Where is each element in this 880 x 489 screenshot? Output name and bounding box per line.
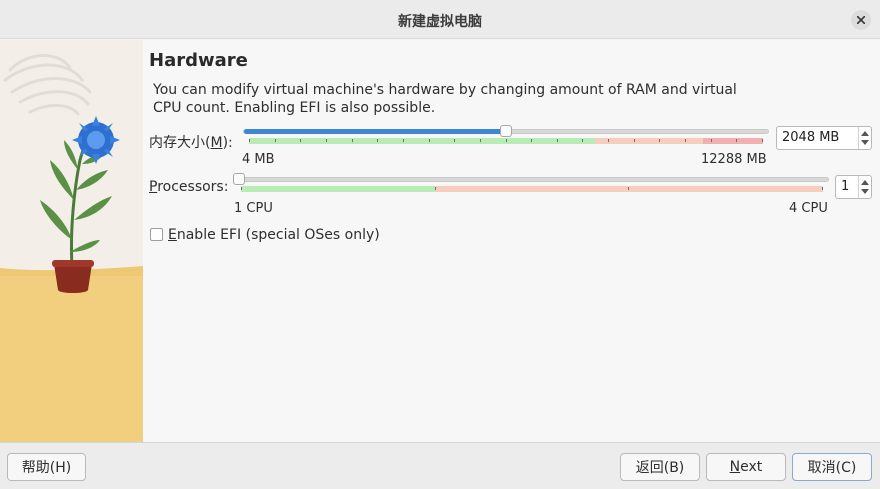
memory-scale-warning bbox=[595, 138, 703, 144]
memory-label-suffix: ): bbox=[222, 135, 233, 151]
help-button[interactable]: 帮助(H) bbox=[7, 453, 86, 481]
next-button-rest: ext bbox=[740, 459, 763, 475]
next-button-mnemonic: N bbox=[729, 459, 741, 475]
memory-scale-tick bbox=[659, 139, 660, 142]
processors-scale bbox=[241, 186, 823, 192]
memory-scale-tick bbox=[685, 139, 686, 142]
memory-scale-tick bbox=[326, 139, 327, 142]
memory-scale-tick bbox=[634, 139, 635, 142]
close-icon bbox=[857, 16, 865, 24]
memory-scale-tick bbox=[377, 139, 378, 142]
efi-label-mnemonic: E bbox=[168, 227, 177, 243]
memory-scale-tick bbox=[403, 139, 404, 142]
memory-label-prefix: 内存大小( bbox=[149, 135, 211, 151]
chevron-down-icon[interactable] bbox=[861, 140, 869, 145]
processors-scale-ok bbox=[241, 186, 435, 192]
chevron-up-icon[interactable] bbox=[861, 131, 869, 136]
button-bar: 帮助(H) 返回(B) Next 取消(C) bbox=[0, 442, 880, 489]
chevron-down-icon[interactable] bbox=[861, 189, 869, 194]
processors-spinbox[interactable]: 1 bbox=[835, 175, 872, 199]
processors-scale-tick bbox=[822, 187, 823, 190]
memory-scale-tick bbox=[429, 139, 430, 142]
memory-scale bbox=[249, 138, 763, 144]
memory-label-mnemonic: M bbox=[210, 135, 223, 151]
processors-scale-tick bbox=[628, 187, 629, 190]
memory-value: 2048 MB bbox=[782, 130, 840, 145]
memory-scale-tick bbox=[711, 139, 712, 142]
processors-slider[interactable] bbox=[235, 177, 829, 182]
back-button[interactable]: 返回(B) bbox=[620, 453, 700, 481]
close-button[interactable] bbox=[851, 10, 871, 30]
processors-label-mnemonic: P bbox=[149, 179, 158, 195]
processors-slider-handle[interactable] bbox=[233, 173, 245, 185]
efi-checkbox[interactable] bbox=[150, 228, 163, 241]
processors-value: 1 bbox=[841, 179, 850, 194]
memory-scale-tick bbox=[582, 139, 583, 142]
memory-scale-tick bbox=[275, 139, 276, 142]
memory-max-label: 12288 MB bbox=[701, 152, 767, 167]
chevron-up-icon[interactable] bbox=[861, 180, 869, 185]
page-description: You can modify virtual machine's hardwar… bbox=[153, 82, 737, 116]
memory-scale-tick bbox=[736, 139, 737, 142]
memory-scale-tick bbox=[300, 139, 301, 142]
new-vm-dialog: 新建虚拟电脑 Hardware You can modify virtual m… bbox=[0, 0, 880, 489]
memory-scale-tick bbox=[480, 139, 481, 142]
memory-scale-tick bbox=[506, 139, 507, 142]
memory-label: 内存大小(M): bbox=[149, 132, 233, 152]
memory-scale-tick bbox=[454, 139, 455, 142]
processors-scale-tick bbox=[241, 187, 242, 190]
memory-scale-tick bbox=[531, 139, 532, 142]
memory-scale-tick bbox=[608, 139, 609, 142]
memory-scale-tick bbox=[352, 139, 353, 142]
processors-min-label: 1 CPU bbox=[234, 201, 273, 216]
processors-scale-tick bbox=[435, 187, 436, 190]
efi-label-rest: nable EFI (special OSes only) bbox=[176, 227, 380, 243]
title-bar: 新建虚拟电脑 bbox=[0, 0, 880, 39]
processors-label-rest: rocessors: bbox=[157, 179, 229, 195]
cancel-button[interactable]: 取消(C) bbox=[792, 453, 872, 481]
memory-scale-tick bbox=[557, 139, 558, 142]
processors-label: Processors: bbox=[149, 179, 228, 195]
memory-scale-tick bbox=[762, 139, 763, 142]
processors-scale-warning bbox=[435, 186, 823, 192]
memory-slider-fill bbox=[244, 129, 507, 134]
memory-min-label: 4 MB bbox=[242, 152, 275, 167]
next-button[interactable]: Next bbox=[706, 453, 786, 481]
memory-stepper[interactable] bbox=[858, 127, 871, 149]
processors-max-label: 4 CPU bbox=[789, 201, 828, 216]
plant-illustration bbox=[0, 40, 143, 442]
hardware-page: Hardware You can modify virtual machine'… bbox=[143, 40, 880, 442]
memory-scale-danger bbox=[703, 138, 763, 144]
memory-scale-tick bbox=[249, 139, 250, 142]
processors-stepper[interactable] bbox=[858, 176, 871, 198]
efi-label[interactable]: Enable EFI (special OSes only) bbox=[168, 227, 380, 243]
memory-spinbox[interactable]: 2048 MB bbox=[776, 126, 872, 150]
page-heading: Hardware bbox=[149, 50, 248, 71]
window-title: 新建虚拟电脑 bbox=[398, 14, 482, 30]
memory-slider-handle[interactable] bbox=[500, 125, 512, 137]
